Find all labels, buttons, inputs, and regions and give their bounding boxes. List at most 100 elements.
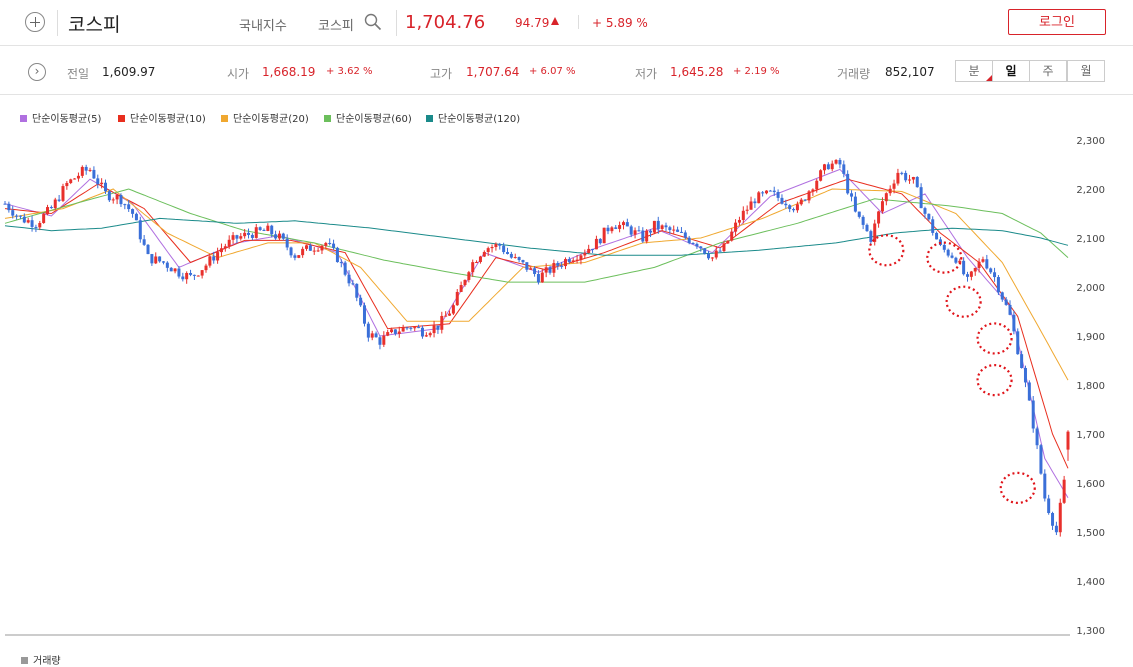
candle-body bbox=[475, 262, 479, 264]
candle-body bbox=[679, 231, 683, 233]
candle-body bbox=[931, 219, 935, 233]
candle-body bbox=[297, 255, 301, 258]
candle-body bbox=[618, 225, 622, 229]
candle-body bbox=[749, 201, 753, 210]
candle-body bbox=[807, 191, 811, 201]
candle-body bbox=[525, 262, 529, 270]
candle-body bbox=[88, 169, 92, 171]
candle-body bbox=[652, 220, 656, 233]
dotted-circle-marker bbox=[999, 471, 1036, 504]
candle-body bbox=[962, 260, 966, 275]
y-tick-label: 1,800 bbox=[1076, 381, 1105, 392]
candle-body bbox=[548, 267, 552, 273]
candle-body bbox=[320, 245, 324, 251]
candle-body bbox=[784, 203, 788, 206]
candle-body bbox=[138, 220, 142, 240]
candle-body bbox=[540, 272, 544, 283]
index-selector[interactable]: 코스피 bbox=[318, 15, 354, 34]
candle-body bbox=[200, 270, 204, 276]
period-week-button[interactable]: 주 bbox=[1029, 60, 1067, 82]
candle-body bbox=[834, 159, 838, 164]
ma-line-ma20 bbox=[4, 188, 1069, 381]
candle-body bbox=[417, 327, 421, 329]
candle-body bbox=[676, 229, 680, 232]
candle-body bbox=[115, 195, 119, 200]
candle-body bbox=[142, 239, 146, 245]
high-label: 고가 bbox=[430, 67, 453, 81]
candle-body bbox=[683, 232, 687, 238]
candle-body bbox=[482, 251, 486, 257]
candle-body bbox=[471, 262, 475, 273]
low-percent: + 2.19 % bbox=[733, 66, 780, 77]
candle-body bbox=[803, 199, 807, 201]
candle-body bbox=[332, 243, 336, 248]
period-month-button[interactable]: 월 bbox=[1067, 60, 1105, 82]
candle-body bbox=[189, 272, 193, 275]
candle-body bbox=[591, 248, 595, 250]
candle-body bbox=[1031, 400, 1035, 429]
candle-body bbox=[69, 179, 73, 183]
candle-body bbox=[857, 211, 861, 217]
candle-body bbox=[463, 279, 467, 286]
candle-body bbox=[22, 216, 26, 223]
candle-body bbox=[405, 327, 409, 329]
candle-body bbox=[691, 243, 695, 245]
period-day-button[interactable]: 일 bbox=[992, 60, 1030, 82]
dotted-circle-marker bbox=[976, 364, 1013, 397]
add-icon[interactable] bbox=[25, 12, 45, 32]
candle-body bbox=[239, 236, 243, 239]
candle-body bbox=[270, 225, 274, 235]
candle-body bbox=[1008, 304, 1012, 315]
candle-body bbox=[65, 182, 69, 187]
candle-body bbox=[1047, 498, 1051, 514]
y-tick-label: 1,600 bbox=[1076, 479, 1105, 490]
y-tick-label: 2,000 bbox=[1076, 283, 1105, 294]
candle-body bbox=[513, 257, 517, 259]
candle-body bbox=[954, 257, 958, 263]
candle-body bbox=[973, 267, 977, 272]
candle-body bbox=[1023, 368, 1027, 383]
candle-body bbox=[668, 227, 672, 230]
candle-body bbox=[614, 227, 618, 229]
expand-chevron-icon[interactable]: › bbox=[28, 63, 46, 81]
candle-body bbox=[556, 263, 560, 266]
candle-body bbox=[853, 196, 857, 212]
candle-body bbox=[993, 272, 997, 278]
candle-body bbox=[560, 265, 564, 267]
open-label: 시가 bbox=[227, 67, 250, 81]
candle-body bbox=[637, 230, 641, 232]
dotted-circle-marker bbox=[976, 322, 1013, 355]
candle-body bbox=[26, 220, 30, 223]
candle-body bbox=[131, 209, 135, 214]
candle-body bbox=[478, 256, 482, 263]
candle-body bbox=[177, 268, 181, 277]
candle-body bbox=[96, 178, 100, 185]
volume-label: 거래량 bbox=[837, 67, 871, 81]
candle-body bbox=[235, 235, 239, 239]
candle-body bbox=[305, 245, 309, 249]
volume-legend-swatch bbox=[21, 657, 28, 664]
candle-body bbox=[428, 333, 432, 336]
candle-body bbox=[792, 209, 796, 211]
price-chart[interactable]: 2,300 2,200 2,100 2,000 1,900 1,800 1,700 1,600… bbox=[0, 95, 1133, 640]
candle-body bbox=[842, 164, 846, 174]
market-category-tab[interactable]: 국내지수 bbox=[239, 15, 287, 34]
candle-body bbox=[212, 256, 216, 261]
candle-body bbox=[46, 207, 50, 215]
candle-body bbox=[370, 333, 374, 338]
candle-body bbox=[965, 274, 969, 277]
candle-body bbox=[444, 315, 448, 317]
candle-body bbox=[455, 291, 459, 306]
candle-body bbox=[219, 248, 223, 253]
candle-body bbox=[764, 190, 768, 194]
y-tick-label: 2,100 bbox=[1076, 234, 1105, 245]
candle-body bbox=[250, 234, 254, 238]
candle-body bbox=[34, 226, 38, 228]
login-button[interactable]: 로그인 bbox=[1008, 9, 1106, 35]
candle-body bbox=[111, 199, 115, 201]
candle-body bbox=[707, 253, 711, 259]
candle-body bbox=[757, 192, 761, 204]
high-percent: + 6.07 % bbox=[529, 66, 576, 77]
candle-body bbox=[950, 255, 954, 258]
search-icon[interactable] bbox=[364, 13, 382, 31]
